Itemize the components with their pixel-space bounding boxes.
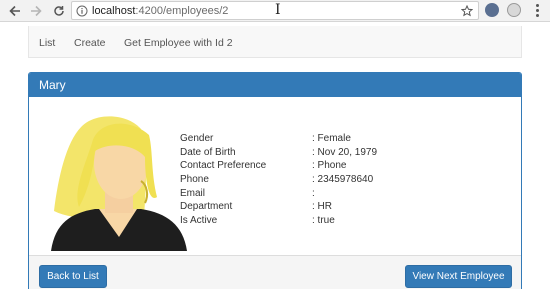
employee-photo — [51, 116, 187, 251]
url-text: localhost:4200/employees/2 — [92, 5, 229, 17]
page: List Create Get Employee with Id 2 Mary — [0, 22, 550, 289]
browser-toolbar: localhost:4200/employees/2 I — [0, 0, 550, 22]
nav-get-employee-link[interactable]: Get Employee with Id 2 — [124, 37, 233, 49]
detail-value: : 2345978640 — [312, 174, 374, 186]
detail-value: : Phone — [312, 160, 347, 172]
reload-icon — [54, 6, 64, 16]
view-next-employee-button[interactable]: View Next Employee — [405, 265, 512, 288]
detail-label: Contact Preference — [180, 160, 267, 172]
panel-heading: Mary — [29, 73, 521, 97]
employee-name: Mary — [39, 78, 66, 92]
detail-value: : true — [312, 215, 335, 227]
detail-label: Date of Birth — [180, 146, 236, 158]
reload-button[interactable] — [50, 2, 68, 20]
panel-footer: Back to List View Next Employee — [29, 255, 521, 289]
text-cursor-icon: I — [275, 2, 281, 18]
panel-body: Gender : Female Date of Birth : Nov 20, … — [29, 97, 521, 253]
star-icon[interactable] — [460, 4, 474, 22]
shield-extension-icon[interactable] — [507, 3, 521, 17]
nav-create-link[interactable]: Create — [74, 37, 106, 49]
detail-label: Email — [180, 187, 206, 199]
employee-panel: Mary Gender : Female Date of Birth: Nov… — [28, 72, 522, 289]
detail-label: Gender — [180, 133, 214, 144]
detail-value: : — [312, 187, 315, 199]
detail-label: Phone — [180, 174, 209, 186]
detail-value: : Nov 20, 1979 — [312, 146, 378, 158]
back-to-list-button[interactable]: Back to List — [39, 265, 107, 288]
app-navbar: List Create Get Employee with Id 2 — [28, 26, 522, 58]
detail-label: Department — [180, 201, 233, 213]
extension-icon[interactable] — [485, 3, 499, 17]
back-button[interactable] — [6, 2, 24, 20]
back-icon — [9, 5, 20, 17]
forward-icon — [31, 5, 42, 17]
menu-icon[interactable] — [536, 4, 540, 19]
forward-button[interactable] — [27, 2, 45, 20]
detail-value: : Female — [312, 133, 351, 144]
detail-label: Is Active — [180, 215, 218, 227]
detail-value: : HR — [312, 201, 332, 213]
info-icon[interactable] — [76, 4, 88, 22]
nav-list-link[interactable]: List — [39, 37, 55, 49]
